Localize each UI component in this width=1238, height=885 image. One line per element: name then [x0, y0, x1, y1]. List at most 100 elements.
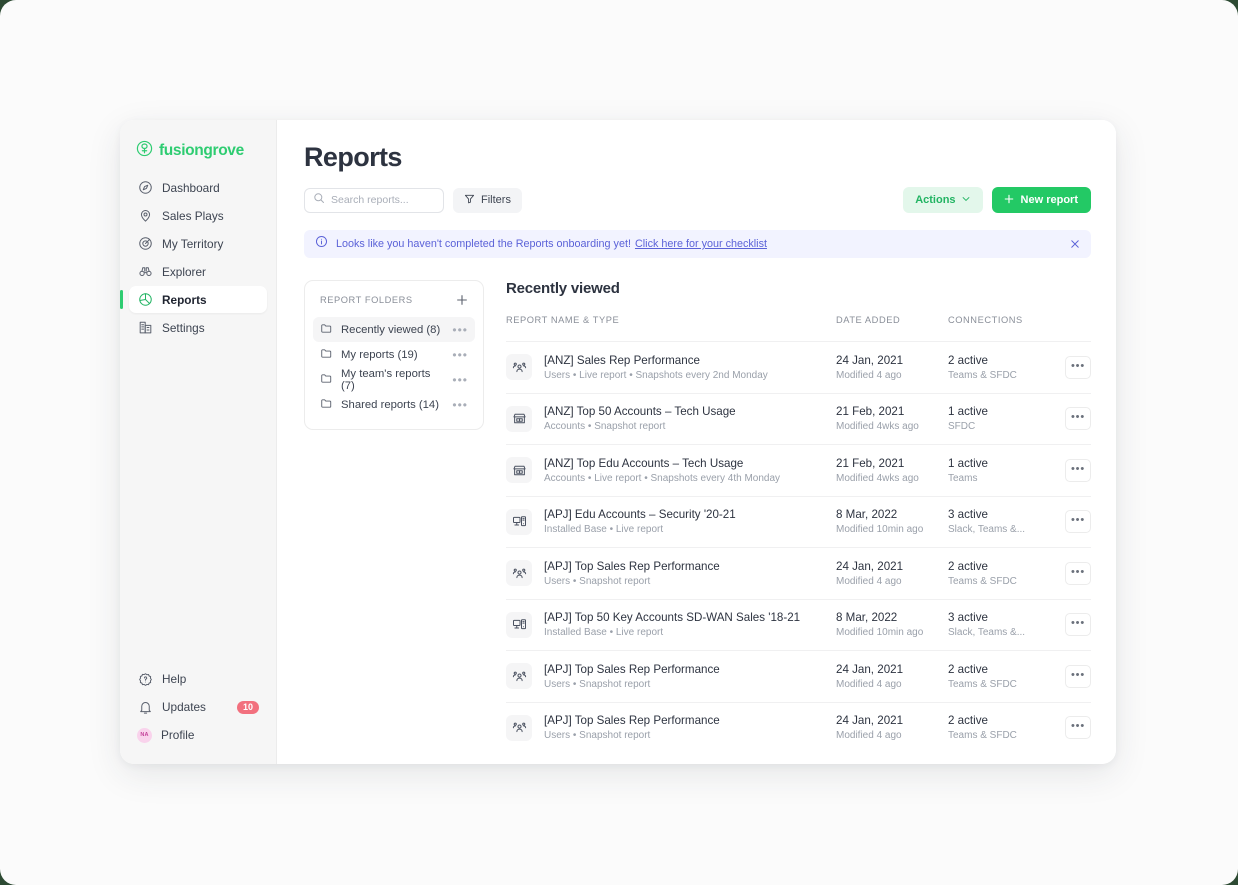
connections-count: 2 active: [948, 353, 988, 367]
filter-icon: [464, 193, 475, 207]
column-header-name: REPORT NAME & TYPE: [506, 315, 620, 325]
folder-item-recently-viewed[interactable]: Recently viewed (8) •••: [313, 317, 475, 342]
search-input-wrapper[interactable]: [304, 187, 444, 213]
row-overflow-menu-button[interactable]: •••: [1065, 458, 1091, 482]
add-folder-button[interactable]: [455, 293, 469, 307]
sidebar-item-dashboard[interactable]: Dashboard: [129, 174, 267, 201]
modified-time: Modified 4wks ago: [836, 472, 919, 484]
report-name-cell[interactable]: [APJ] Top Sales Rep Performance Users • S…: [506, 714, 836, 741]
report-name: [APJ] Top Sales Rep Performance: [544, 714, 720, 728]
sidebar-item-my-territory[interactable]: My Territory: [129, 230, 267, 257]
report-name-cell[interactable]: [ANZ] Top Edu Accounts – Tech Usage Accou…: [506, 457, 836, 484]
sidebar-item-reports[interactable]: Reports: [120, 286, 267, 313]
banner-checklist-link[interactable]: Click here for your checklist: [635, 238, 767, 250]
row-overflow-menu-button[interactable]: •••: [1065, 716, 1091, 740]
sidebar-item-label: Help: [162, 672, 187, 686]
column-header-date: DATE ADDED: [836, 315, 901, 325]
row-overflow-menu-button[interactable]: •••: [1065, 355, 1091, 379]
table-row[interactable]: [APJ] Top Sales Rep Performance Users • S…: [506, 547, 1091, 599]
report-name-cell[interactable]: [ANZ] Sales Rep Performance Users • Live …: [506, 354, 836, 381]
report-name-stack: [ANZ] Top 50 Accounts – Tech Usage Accoun…: [544, 405, 736, 432]
connections-list: Teams & SFDC: [948, 730, 1017, 742]
help-badge-icon: [137, 671, 153, 687]
date-added-cell: 24 Jan, 2021 Modified 4 ago: [836, 714, 948, 741]
sidebar-item-label: Dashboard: [162, 180, 220, 195]
table-row[interactable]: [APJ] Top Sales Rep Performance Users • S…: [506, 701, 1091, 754]
report-name: [APJ] Top Sales Rep Performance: [544, 559, 720, 573]
store-icon: [506, 405, 532, 432]
report-type: Installed Base • Live report: [544, 524, 664, 536]
primary-nav: Dashboard Sales Plays My Territory Explo…: [120, 174, 276, 341]
sidebar: fusiongrove Dashboard Sales Plays My Ter…: [120, 120, 277, 764]
sidebar-item-help[interactable]: Help: [129, 666, 267, 692]
date-added: 24 Jan, 2021: [836, 559, 904, 573]
new-report-button[interactable]: New report: [991, 187, 1091, 213]
connections-list: Teams & SFDC: [948, 678, 1017, 690]
search-input[interactable]: [331, 194, 435, 206]
sidebar-item-settings[interactable]: Settings: [129, 314, 267, 341]
report-name-cell[interactable]: [APJ] Top 50 Key Accounts SD-WAN Sales '…: [506, 611, 836, 638]
sidebar-item-label: Settings: [162, 320, 205, 335]
report-type: Accounts • Live report • Snapshots every…: [544, 472, 781, 484]
row-overflow-menu-button[interactable]: •••: [1065, 561, 1091, 585]
report-name-cell[interactable]: [APJ] Top Sales Rep Performance Users • S…: [506, 663, 836, 690]
onboarding-banner: Looks like you haven't completed the Rep…: [304, 230, 1091, 258]
table-row[interactable]: [APJ] Top 50 Key Accounts SD-WAN Sales '…: [506, 598, 1091, 651]
report-name: [ANZ] Top 50 Accounts – Tech Usage: [544, 405, 736, 419]
report-type: Users • Snapshot report: [544, 730, 651, 742]
report-folders-panel: REPORT FOLDERS Recently viewed (8) ••• M…: [304, 280, 484, 430]
report-name-stack: [APJ] Top Sales Rep Performance Users • S…: [544, 560, 720, 587]
date-added-cell: 8 Mar, 2022 Modified 10min ago: [836, 508, 948, 535]
folder-icon: [320, 397, 333, 413]
connections-count: 2 active: [948, 662, 988, 676]
users-icon: [506, 663, 532, 690]
date-added-cell: 8 Mar, 2022 Modified 10min ago: [836, 611, 948, 638]
row-overflow-menu-button[interactable]: •••: [1065, 664, 1091, 688]
row-actions-cell: •••: [1053, 716, 1091, 740]
report-folders-title: REPORT FOLDERS: [320, 295, 413, 305]
sidebar-item-profile[interactable]: NA Profile: [129, 722, 267, 748]
modified-time: Modified 10min ago: [836, 627, 924, 639]
report-name-cell[interactable]: [APJ] Top Sales Rep Performance Users • S…: [506, 560, 836, 587]
folder-item-shared-reports[interactable]: Shared reports (14) •••: [313, 392, 475, 417]
reports-table: REPORT NAME & TYPE DATE ADDED CONNECTION…: [506, 315, 1091, 753]
modified-time: Modified 4 ago: [836, 369, 902, 381]
folder-item-my-reports[interactable]: My reports (19) •••: [313, 342, 475, 367]
chevron-down-icon: [961, 194, 971, 207]
row-overflow-menu-button[interactable]: •••: [1065, 510, 1091, 534]
brand-name: fusiongrove: [159, 142, 244, 159]
row-overflow-menu-button[interactable]: •••: [1065, 407, 1091, 431]
report-type: Users • Live report • Snapshots every 2n…: [544, 369, 768, 381]
connections-list: SFDC: [948, 421, 976, 433]
row-overflow-menu-button[interactable]: •••: [1065, 613, 1091, 637]
modified-time: Modified 10min ago: [836, 524, 924, 536]
table-row[interactable]: [APJ] Top Sales Rep Performance Users • S…: [506, 650, 1091, 702]
sidebar-item-explorer[interactable]: Explorer: [129, 258, 267, 285]
folder-icon: [320, 372, 333, 388]
filters-button-label: Filters: [481, 194, 511, 206]
filters-button[interactable]: Filters: [453, 187, 522, 213]
table-row[interactable]: [ANZ] Top Edu Accounts – Tech Usage Accou…: [506, 444, 1091, 496]
brand-logo[interactable]: fusiongrove: [120, 136, 276, 166]
actions-button[interactable]: Actions: [903, 187, 983, 213]
sidebar-item-updates[interactable]: Updates 10: [129, 694, 267, 720]
table-row[interactable]: [APJ] Edu Accounts – Security '20-21 Inst…: [506, 495, 1091, 548]
connections-list: Slack, Teams &...: [948, 627, 1026, 639]
table-row[interactable]: [ANZ] Top 50 Accounts – Tech Usage Accoun…: [506, 392, 1091, 445]
search-icon: [313, 191, 325, 209]
report-name-cell[interactable]: [ANZ] Top 50 Accounts – Tech Usage Accoun…: [506, 405, 836, 432]
report-type: Users • Snapshot report: [544, 678, 651, 690]
report-name-stack: [APJ] Top 50 Key Accounts SD-WAN Sales '…: [544, 611, 800, 638]
sidebar-item-sales-plays[interactable]: Sales Plays: [129, 202, 267, 229]
table-row[interactable]: [ANZ] Sales Rep Performance Users • Live …: [506, 341, 1091, 393]
folder-item-label: Shared reports (14): [341, 398, 439, 411]
close-icon[interactable]: [1069, 238, 1081, 250]
report-name: [ANZ] Sales Rep Performance: [544, 353, 700, 367]
report-name-cell[interactable]: [APJ] Edu Accounts – Security '20-21 Inst…: [506, 508, 836, 535]
connections-count: 1 active: [948, 405, 988, 419]
sidebar-item-label: Reports: [162, 292, 207, 307]
reports-table-area: Recently viewed REPORT NAME & TYPE DATE …: [506, 280, 1091, 753]
users-icon: [506, 560, 532, 587]
desktop-icon: [506, 611, 532, 638]
folder-item-my-teams-reports[interactable]: My team's reports (7) •••: [313, 367, 475, 392]
